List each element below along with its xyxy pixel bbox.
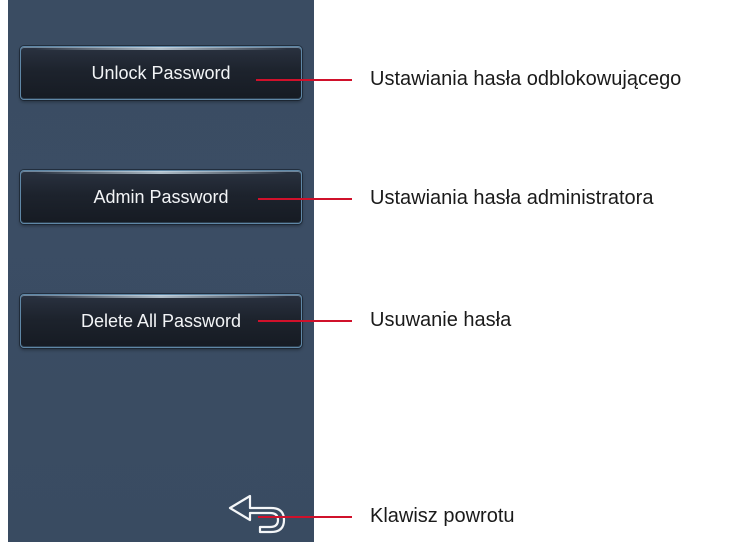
admin-password-button[interactable]: Admin Password	[20, 170, 302, 224]
delete-all-password-label: Delete All Password	[80, 310, 242, 331]
manual-figure: Unlock Password Admin Password Delete Al…	[0, 0, 746, 542]
unlock-password-label: Unlock Password	[91, 62, 231, 83]
back-button[interactable]	[226, 490, 296, 534]
callout-back: Klawisz powrotu	[370, 505, 515, 527]
callout-admin: Ustawiania hasła administratora	[370, 187, 654, 209]
button-highlight	[35, 47, 287, 50]
leader-line-back	[258, 516, 352, 518]
button-highlight	[35, 171, 287, 174]
callout-delete: Usuwanie hasła	[370, 309, 512, 331]
leader-line-unlock	[256, 79, 352, 81]
device-screen-panel: Unlock Password Admin Password Delete Al…	[8, 0, 314, 542]
admin-password-label: Admin Password	[93, 186, 229, 207]
leader-line-delete	[258, 320, 352, 322]
callout-unlock: Ustawiania hasła odblokowującego	[370, 68, 682, 90]
unlock-password-button[interactable]: Unlock Password	[20, 46, 302, 100]
button-highlight	[35, 295, 287, 298]
return-arrow-icon	[228, 494, 286, 534]
leader-line-admin	[258, 198, 352, 200]
